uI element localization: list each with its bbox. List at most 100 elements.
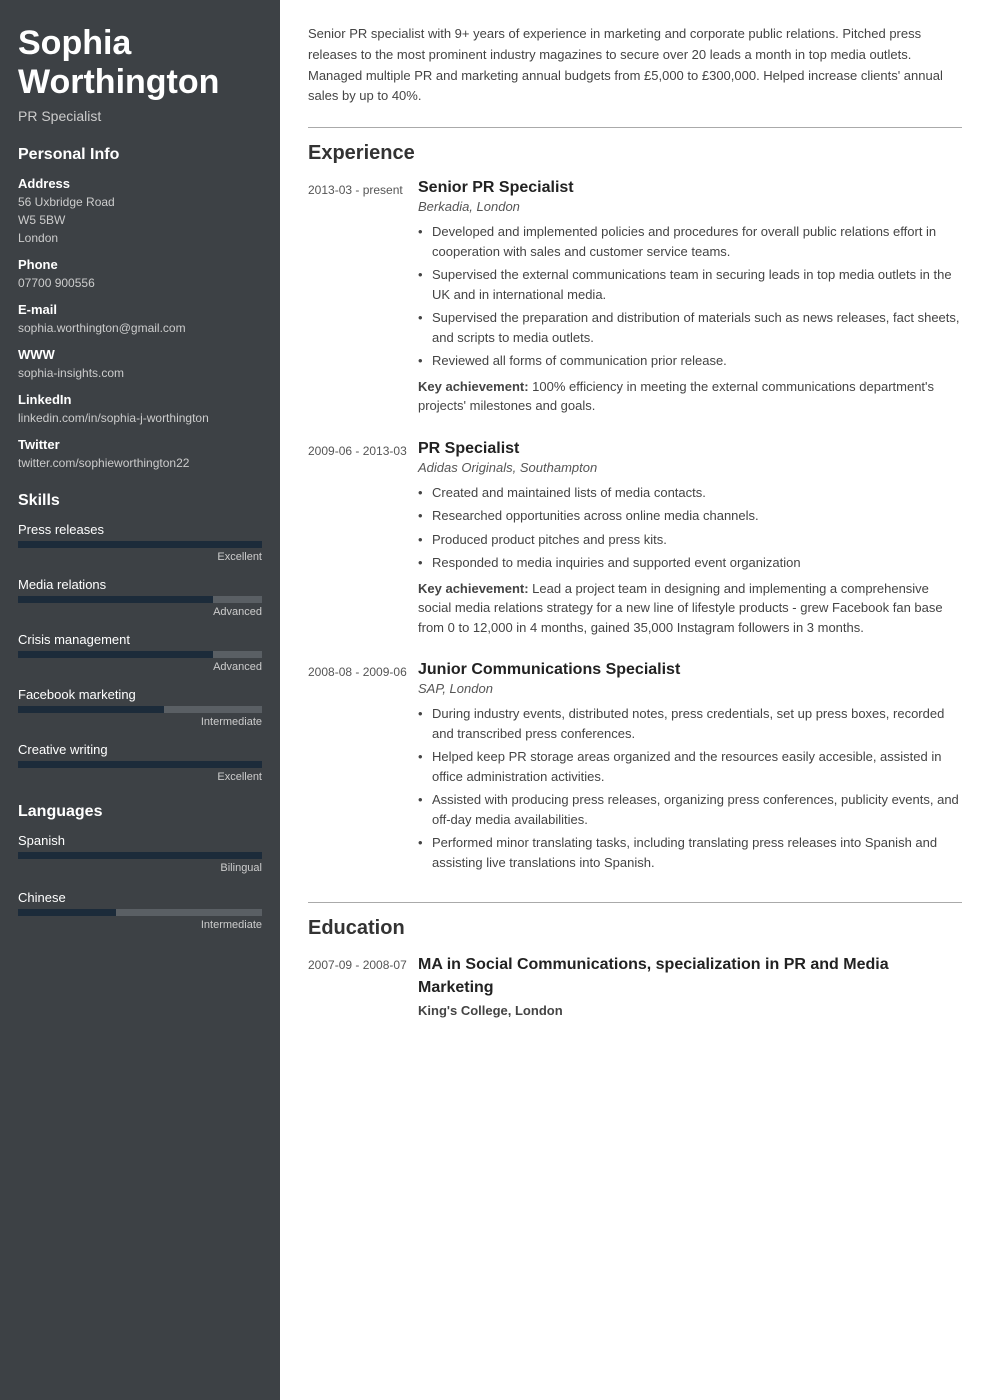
address-value: 56 Uxbridge Road W5 5BW London bbox=[18, 193, 262, 247]
bullet-item: Performed minor translating tasks, inclu… bbox=[418, 833, 962, 872]
bullet-item: Responded to media inquiries and support… bbox=[418, 553, 962, 573]
bullet-item: Developed and implemented policies and p… bbox=[418, 222, 962, 261]
jobs-list: 2013-03 - present Senior PR Specialist B… bbox=[308, 179, 962, 878]
language-item: Chinese Intermediate bbox=[18, 890, 262, 931]
job-details: Junior Communications Specialist SAP, Lo… bbox=[418, 661, 962, 878]
job-company: Berkadia, London bbox=[418, 199, 962, 214]
language-bar bbox=[18, 852, 262, 859]
bullet-item: Researched opportunities across online m… bbox=[418, 506, 962, 526]
edu-details: MA in Social Communications, specializat… bbox=[418, 954, 962, 1018]
experience-block: 2009-06 - 2013-03 PR Specialist Adidas O… bbox=[308, 440, 962, 638]
linkedin-value: linkedin.com/in/sophia-j-worthington bbox=[18, 409, 262, 427]
key-achievement: Key achievement: 100% efficiency in meet… bbox=[418, 377, 962, 416]
skill-name: Creative writing bbox=[18, 742, 262, 757]
skill-name: Press releases bbox=[18, 522, 262, 537]
bullet-item: Supervised the external communications t… bbox=[418, 265, 962, 304]
job-date: 2013-03 - present bbox=[308, 179, 418, 416]
job-bullets: Created and maintained lists of media co… bbox=[418, 483, 962, 573]
bullet-item: Assisted with producing press releases, … bbox=[418, 790, 962, 829]
skills-heading: Skills bbox=[18, 492, 262, 510]
language-level-label: Bilingual bbox=[18, 862, 262, 874]
skill-name: Crisis management bbox=[18, 632, 262, 647]
phone-label: Phone bbox=[18, 257, 262, 272]
job-bullets: During industry events, distributed note… bbox=[418, 704, 962, 872]
education-divider bbox=[308, 902, 962, 903]
twitter-label: Twitter bbox=[18, 437, 262, 452]
languages-heading: Languages bbox=[18, 803, 262, 821]
email-label: E-mail bbox=[18, 302, 262, 317]
personal-info-heading: Personal Info bbox=[18, 146, 262, 164]
email-value: sophia.worthington@gmail.com bbox=[18, 319, 262, 337]
skill-bar-fill bbox=[18, 541, 262, 548]
skill-bar-fill bbox=[18, 706, 164, 713]
twitter-value: twitter.com/sophieworthington22 bbox=[18, 454, 262, 472]
skill-item: Facebook marketing Intermediate bbox=[18, 687, 262, 728]
language-level-label: Intermediate bbox=[18, 919, 262, 931]
skill-level-label: Excellent bbox=[18, 551, 262, 563]
job-details: PR Specialist Adidas Originals, Southamp… bbox=[418, 440, 962, 638]
skill-bar bbox=[18, 541, 262, 548]
job-company: Adidas Originals, Southampton bbox=[418, 460, 962, 475]
address-label: Address bbox=[18, 176, 262, 191]
bullet-item: Created and maintained lists of media co… bbox=[418, 483, 962, 503]
bullet-item: Supervised the preparation and distribut… bbox=[418, 308, 962, 347]
language-bar bbox=[18, 909, 262, 916]
education-block: 2007-09 - 2008-07 MA in Social Communica… bbox=[308, 954, 962, 1018]
skill-item: Creative writing Excellent bbox=[18, 742, 262, 783]
language-name: Spanish bbox=[18, 833, 262, 848]
job-date: 2008-08 - 2009-06 bbox=[308, 661, 418, 878]
www-value: sophia-insights.com bbox=[18, 364, 262, 382]
skill-bar bbox=[18, 596, 262, 603]
linkedin-label: LinkedIn bbox=[18, 392, 262, 407]
job-title: Senior PR Specialist bbox=[418, 179, 962, 197]
summary-text: Senior PR specialist with 9+ years of ex… bbox=[308, 24, 962, 107]
sidebar: Sophia Worthington PR Specialist Persona… bbox=[0, 0, 280, 1400]
skill-bar bbox=[18, 706, 262, 713]
skill-name: Media relations bbox=[18, 577, 262, 592]
skill-bar-fill bbox=[18, 761, 262, 768]
job-date: 2009-06 - 2013-03 bbox=[308, 440, 418, 638]
skill-level-label: Excellent bbox=[18, 771, 262, 783]
candidate-title: PR Specialist bbox=[18, 108, 262, 124]
skill-bar-fill bbox=[18, 596, 213, 603]
skills-list: Press releases Excellent Media relations… bbox=[18, 522, 262, 783]
language-bar-fill bbox=[18, 852, 262, 859]
experience-heading: Experience bbox=[308, 142, 962, 165]
key-achievement: Key achievement: Lead a project team in … bbox=[418, 579, 962, 638]
job-title: PR Specialist bbox=[418, 440, 962, 458]
experience-divider bbox=[308, 127, 962, 128]
skill-bar bbox=[18, 651, 262, 658]
job-details: Senior PR Specialist Berkadia, London De… bbox=[418, 179, 962, 416]
skill-bar bbox=[18, 761, 262, 768]
skill-item: Press releases Excellent bbox=[18, 522, 262, 563]
experience-block: 2013-03 - present Senior PR Specialist B… bbox=[308, 179, 962, 416]
skill-name: Facebook marketing bbox=[18, 687, 262, 702]
bullet-item: Produced product pitches and press kits. bbox=[418, 530, 962, 550]
edu-school: King's College, London bbox=[418, 1003, 962, 1018]
candidate-name: Sophia Worthington bbox=[18, 24, 262, 102]
job-title: Junior Communications Specialist bbox=[418, 661, 962, 679]
edu-degree: MA in Social Communications, specializat… bbox=[418, 954, 962, 999]
languages-list: Spanish Bilingual Chinese Intermediate bbox=[18, 833, 262, 931]
www-label: WWW bbox=[18, 347, 262, 362]
skill-level-label: Intermediate bbox=[18, 716, 262, 728]
bullet-item: Helped keep PR storage areas organized a… bbox=[418, 747, 962, 786]
phone-value: 07700 900556 bbox=[18, 274, 262, 292]
job-company: SAP, London bbox=[418, 681, 962, 696]
education-heading: Education bbox=[308, 917, 962, 940]
language-item: Spanish Bilingual bbox=[18, 833, 262, 874]
bullet-item: During industry events, distributed note… bbox=[418, 704, 962, 743]
skill-level-label: Advanced bbox=[18, 606, 262, 618]
language-bar-fill bbox=[18, 909, 116, 916]
language-name: Chinese bbox=[18, 890, 262, 905]
bullet-item: Reviewed all forms of communication prio… bbox=[418, 351, 962, 371]
skill-bar-fill bbox=[18, 651, 213, 658]
skill-level-label: Advanced bbox=[18, 661, 262, 673]
experience-block: 2008-08 - 2009-06 Junior Communications … bbox=[308, 661, 962, 878]
skill-item: Crisis management Advanced bbox=[18, 632, 262, 673]
skill-item: Media relations Advanced bbox=[18, 577, 262, 618]
education-list: 2007-09 - 2008-07 MA in Social Communica… bbox=[308, 954, 962, 1018]
main-content: Senior PR specialist with 9+ years of ex… bbox=[280, 0, 990, 1400]
job-bullets: Developed and implemented policies and p… bbox=[418, 222, 962, 371]
edu-date: 2007-09 - 2008-07 bbox=[308, 954, 418, 1018]
